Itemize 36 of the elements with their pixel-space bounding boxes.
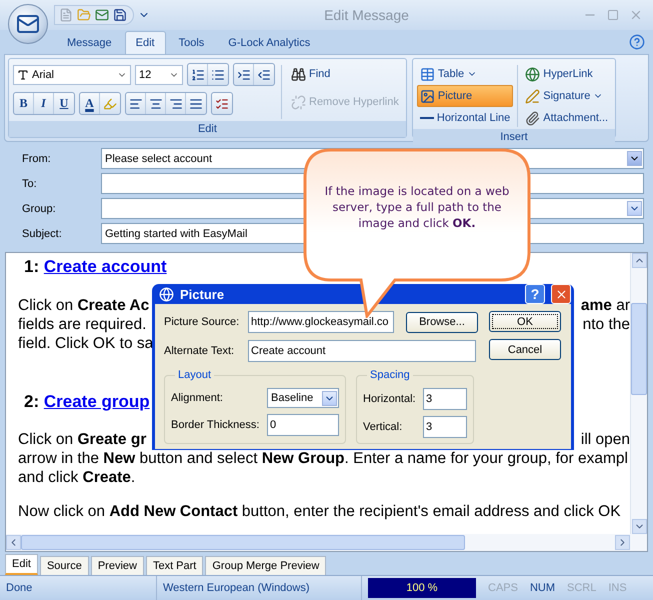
callout-text: If the image is located on a web server, type a full path to the image and click OK.: [324, 183, 510, 231]
text-line: Click on Greate gr: [18, 430, 146, 449]
group-title: Spacing: [367, 369, 413, 381]
text-line: ame ar: [580, 296, 630, 315]
field-label: Alternate Text:: [164, 345, 236, 357]
text-line: nto the: [582, 315, 630, 334]
key-indicator: CAPS: [487, 581, 519, 596]
text-line: fields are required.: [18, 315, 146, 334]
key-indicator: INS: [607, 581, 628, 596]
encoding-text: Western European (Windows): [157, 576, 362, 600]
field-label: From:: [22, 152, 52, 164]
field-label: Alignment:: [171, 392, 224, 404]
heading-number: 1:: [24, 257, 40, 276]
field-label: Subject:: [22, 228, 63, 240]
text-line: field. Click OK to sa: [18, 334, 154, 353]
group-label: Insert: [412, 129, 616, 145]
group-title: Layout: [175, 369, 214, 381]
dialog-title: Picture: [180, 286, 226, 302]
window-title: Edit Message: [324, 7, 409, 23]
key-indicator: SCRL: [566, 581, 598, 596]
text-line: Now click on Add New Contact button, enter the recipient's email address and click OK: [18, 502, 621, 521]
field-label: Horizontal:: [363, 393, 417, 405]
field-label: Group:: [22, 202, 57, 214]
field-label: Border Thickness:: [171, 419, 260, 431]
key-indicator: NUM: [528, 581, 556, 596]
text-line: arrow in the New button and select New Group. Enter a name for your group, for exampl: [18, 449, 628, 468]
status-text: Done: [0, 576, 157, 600]
heading-number: 2:: [24, 392, 40, 411]
text-line: and click Create.: [18, 468, 136, 487]
field-label: Picture Source:: [164, 316, 240, 328]
zoom-level: 100 %: [368, 578, 476, 598]
field-label: To:: [22, 178, 38, 190]
text-line: ill open: [580, 430, 630, 449]
group-label: Edit: [9, 121, 406, 137]
text-line: Click on Create Ac: [18, 296, 150, 315]
field-label: Vertical:: [363, 421, 404, 433]
